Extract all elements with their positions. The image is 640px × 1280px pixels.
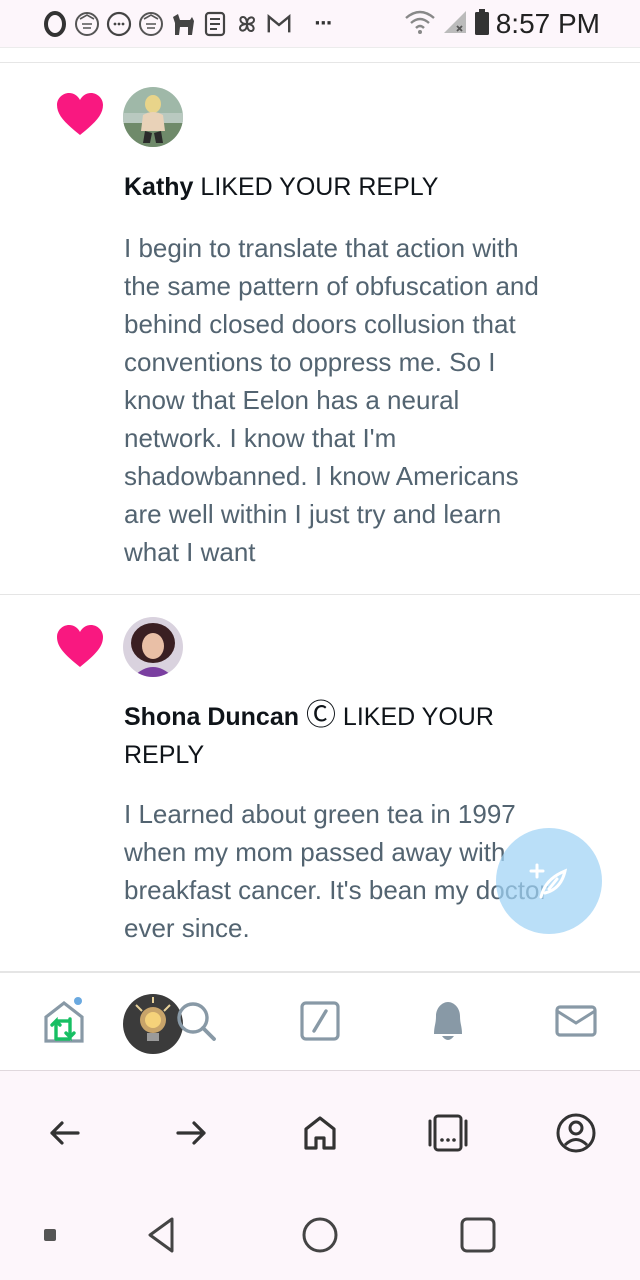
user-name[interactable]: Shona Duncan: [124, 703, 299, 731]
compose-fab-button[interactable]: [496, 828, 602, 934]
overview-square-icon[interactable]: [453, 1210, 503, 1260]
badge-icon: [74, 11, 100, 37]
pinwheel-icon: [234, 11, 260, 37]
heart-icon: [55, 91, 105, 137]
account-icon[interactable]: [552, 1109, 600, 1157]
home-icon[interactable]: [296, 1109, 344, 1157]
avatar[interactable]: [123, 87, 183, 147]
app-bottom-nav: [0, 972, 640, 1070]
browser-toolbar: [0, 1070, 640, 1180]
reply-line: the same pattern of obfuscation and: [124, 271, 539, 301]
reply-line: network. I know that I'm: [124, 423, 397, 453]
tabs-icon[interactable]: [424, 1109, 472, 1157]
clock: 8:57 PM: [495, 7, 600, 39]
reply-line: I begin to translate that action with: [124, 233, 519, 263]
status-bar: ··· 8:57 PM: [0, 0, 640, 48]
reply-line: are well within I just try and learn: [124, 499, 502, 529]
reply-text: I begin to translate that action with th…: [124, 229, 604, 571]
badge-icon: [138, 11, 164, 37]
notification-item[interactable]: Kathy LIKED YOUR REPLY I begin to transl…: [0, 63, 640, 595]
system-status: 8:57 PM: [404, 8, 600, 40]
heart-icon: [55, 623, 105, 669]
reply-line: I Learned about green tea in 1997: [124, 799, 516, 829]
wifi-icon: [404, 9, 436, 39]
liked-line: Kathy LIKED YOUR REPLY: [124, 168, 584, 206]
liked-line: Shona Duncan Ⓒ LIKED YOUR REPLY: [124, 697, 584, 774]
search-icon[interactable]: [172, 997, 220, 1045]
messenger-icon: [106, 11, 132, 37]
notification-icons: ···: [42, 10, 332, 37]
more-dots-icon: ···: [314, 13, 332, 34]
action-text: LIKED YOUR REPLY: [200, 173, 439, 201]
home-circle-icon[interactable]: [295, 1210, 345, 1260]
forward-arrow-icon[interactable]: [168, 1109, 216, 1157]
back-triangle-icon[interactable]: [137, 1210, 187, 1260]
avatar[interactable]: [123, 617, 183, 677]
system-nav-bar: [0, 1180, 640, 1280]
bell-icon[interactable]: [424, 997, 472, 1045]
user-name[interactable]: Kathy: [124, 173, 193, 201]
compose-icon[interactable]: [296, 997, 344, 1045]
feather-plus-icon: [529, 863, 568, 899]
back-arrow-icon[interactable]: [40, 1109, 88, 1157]
mail-icon[interactable]: [552, 997, 600, 1045]
signal-icon: [442, 9, 468, 39]
action-text: REPLY: [124, 741, 205, 769]
reply-line: shadowbanned. I know Americans: [124, 461, 519, 491]
verified-badge: Ⓒ: [305, 699, 336, 732]
reply-line: what I want: [124, 537, 256, 567]
battery-icon: [474, 8, 490, 40]
home-icon[interactable]: [40, 997, 88, 1045]
reply-line: conventions to oppress me. So I: [124, 347, 496, 377]
action-text: LIKED YOUR: [342, 703, 494, 731]
notebook-icon: [202, 11, 228, 37]
opera-icon: [42, 10, 68, 37]
recent-square-small[interactable]: [25, 1210, 75, 1260]
gmail-icon: [266, 11, 292, 37]
reply-line: know that Eelon has a neural: [124, 385, 460, 415]
reply-line: behind closed doors collusion that: [124, 309, 516, 339]
animal-icon: [170, 11, 196, 37]
